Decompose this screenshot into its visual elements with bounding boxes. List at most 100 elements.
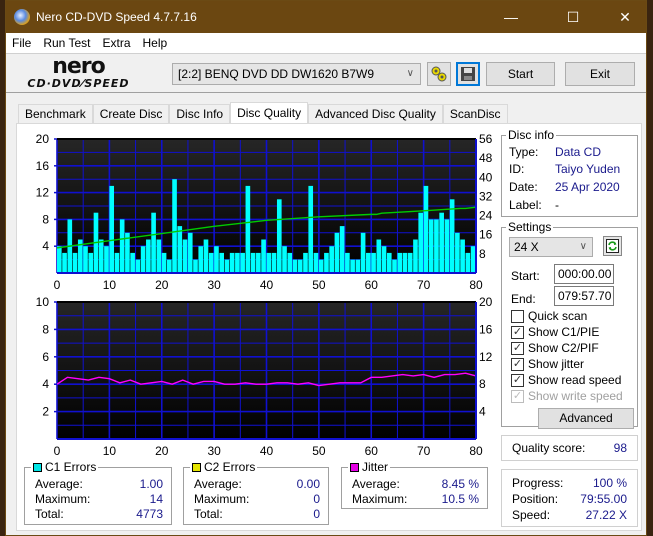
tab-disc-info[interactable]: Disc Info (169, 104, 231, 124)
c2-maximum-value: 0 (313, 492, 320, 506)
c2-maximum-label: Maximum: (194, 492, 250, 506)
c1-bar (276, 199, 282, 273)
x-tick-label: 30 (207, 444, 221, 457)
tab-disc-quality[interactable]: Disc Quality (230, 102, 309, 124)
tab-scandisc[interactable]: ScanDisc (442, 104, 508, 124)
c1-average-label: Average: (35, 477, 83, 491)
c1-bar (366, 252, 371, 273)
menu-bar: File Run Test Extra Help (6, 33, 646, 53)
minimize-button[interactable]: — (488, 1, 534, 33)
show-c2-pif-checkbox[interactable]: ✓ Show C2/PIF (511, 341, 599, 355)
start-button[interactable]: Start (486, 62, 555, 86)
c1-bar (308, 185, 314, 273)
y-left-tick-label: 2 (42, 405, 49, 419)
menu-file[interactable]: File (12, 36, 31, 50)
tab-create-disc[interactable]: Create Disc (92, 104, 170, 124)
save-button[interactable] (456, 62, 480, 86)
advanced-button[interactable]: Advanced (538, 408, 634, 429)
c1-bar (402, 252, 408, 273)
tab-benchmark[interactable]: Benchmark (18, 104, 93, 124)
c1-bar (418, 212, 424, 273)
menu-run-test[interactable]: Run Test (43, 36, 90, 50)
c1-maximum-label: Maximum: (35, 492, 91, 506)
y-left-tick-label: 6 (42, 350, 49, 364)
c1-bar (62, 252, 67, 273)
c1-bar (297, 259, 303, 273)
show-jitter-checkbox[interactable]: ✓ Show jitter (511, 357, 584, 371)
c1-bar (72, 252, 78, 273)
disc-info-group: Disc info Type: Data CD ID: Taiyo Yuden … (501, 128, 638, 217)
tab-advanced-disc-quality[interactable]: Advanced Disc Quality (308, 104, 443, 124)
quick-scan-checkbox[interactable]: Quick scan (511, 309, 587, 323)
checkmark-icon: ✓ (511, 325, 524, 339)
checkmark-icon: ✓ (511, 357, 524, 371)
disc-date-label: Date: (509, 180, 538, 194)
end-time-input[interactable]: 079:57.70 (554, 286, 614, 306)
window-title: Nero CD-DVD Speed 4.7.7.16 (36, 10, 197, 24)
y-right-tick-label: 8 (479, 377, 486, 391)
c1-bar (151, 212, 156, 273)
c1-bar (465, 252, 471, 273)
show-read-speed-checkbox[interactable]: ✓ Show read speed (511, 373, 621, 387)
progress-box: Progress: 100 % Position: 79:55.00 Speed… (501, 469, 638, 527)
quality-score-value: 98 (613, 441, 627, 455)
c1-bar (187, 232, 193, 273)
drive-select[interactable]: [2:2] BENQ DVD DD DW1620 B7W9 ∨ (172, 63, 421, 85)
c1-bar (282, 246, 287, 273)
c1-bar (240, 252, 245, 273)
menu-extra[interactable]: Extra (102, 36, 130, 50)
c1-bar (256, 252, 261, 273)
c1-bar (334, 232, 340, 273)
x-tick-label: 70 (417, 444, 431, 457)
nero-logo: nero CD·DVD⁄SPEED (16, 56, 141, 91)
c1-bar (146, 239, 151, 273)
c1-bar (434, 219, 439, 273)
y-right-tick-label: 20 (479, 295, 493, 309)
c1-bar (219, 252, 224, 273)
c1-bar (428, 219, 434, 273)
y-right-tick-label: 24 (479, 209, 493, 223)
y-left-tick-label: 20 (36, 132, 50, 146)
c2-total-label: Total: (194, 507, 223, 521)
start-time-input[interactable]: 000:00.00 (554, 264, 614, 284)
c2-errors-group: C2 Errors Average: 0.00 Maximum: 0 Total… (183, 460, 329, 525)
jitter-average-label: Average: (352, 477, 400, 491)
y-right-tick-label: 4 (479, 405, 486, 419)
disc-label-label: Label: (509, 198, 542, 212)
c1-bar (98, 239, 104, 273)
speed-select-value: 24 X (514, 240, 539, 254)
c1-bar (439, 212, 444, 273)
y-right-tick-label: 16 (479, 322, 493, 336)
disc-date-value: 25 Apr 2020 (555, 180, 620, 194)
menu-help[interactable]: Help (143, 36, 168, 50)
close-button[interactable]: ✕ (602, 1, 648, 33)
c1-bar (245, 185, 251, 273)
chevron-down-icon: ∨ (406, 68, 414, 79)
disc-info-title: Disc info (506, 128, 557, 142)
logo-speed-text: CD·DVD⁄SPEED (27, 77, 130, 90)
c1-bar (104, 246, 109, 273)
c1-bar (266, 252, 272, 273)
show-c1-pie-checkbox[interactable]: ✓ Show C1/PIE (511, 325, 599, 339)
c1-bar (135, 259, 141, 273)
tab-bar: Benchmark Create Disc Disc Info Disc Qua… (18, 102, 508, 124)
maximize-button[interactable]: ☐ (550, 1, 596, 33)
y-left-tick-label: 4 (42, 239, 49, 253)
c1-bar (355, 259, 361, 273)
speed-select[interactable]: 24 X ∨ (509, 237, 593, 257)
c1-bar (360, 232, 366, 273)
c1-bar (224, 259, 230, 273)
x-tick-label: 80 (469, 444, 483, 457)
refresh-button[interactable] (603, 236, 622, 256)
c1-bar (303, 252, 308, 273)
c1-bar (407, 252, 413, 273)
c1-errors-group: C1 Errors Average: 1.00 Maximum: 14 Tota… (24, 460, 172, 525)
c1-bar (182, 239, 188, 273)
c1-bar (345, 252, 350, 273)
exit-button[interactable]: Exit (565, 62, 635, 86)
disc-type-label: Type: (509, 145, 539, 159)
c1-bar (208, 252, 214, 273)
c1-bar (444, 219, 450, 273)
x-tick-label: 40 (260, 278, 274, 292)
drive-config-button[interactable] (427, 62, 451, 86)
